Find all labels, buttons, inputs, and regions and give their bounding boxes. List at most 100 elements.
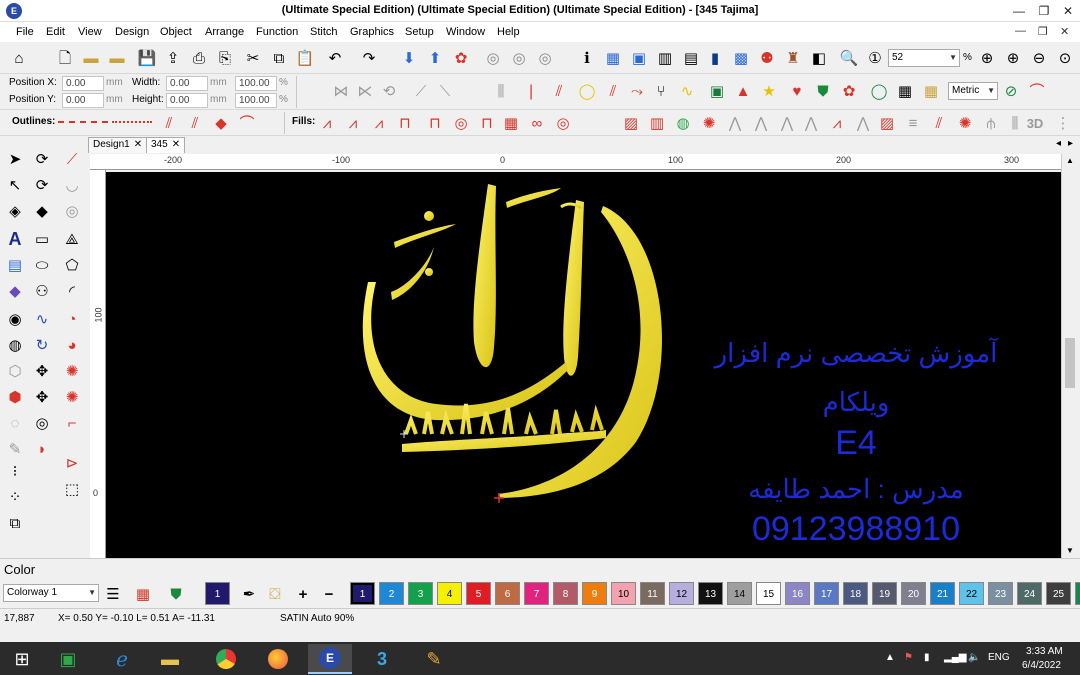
monogram-icon[interactable]: ▤ [3,253,27,277]
fill-satin-icon[interactable]: ⩘ [342,112,364,134]
monitor-icon[interactable]: ▣ [628,47,650,69]
outline-bean-icon[interactable]: ⫽ [184,112,206,134]
zoom-in-icon[interactable]: ⊕ [1002,47,1024,69]
select-points-icon[interactable]: ↖ [3,173,27,197]
shapes-tool-icon[interactable]: ⚇ [30,279,54,303]
fill-ray2-icon[interactable]: ⋀ [750,112,772,134]
height-field[interactable]: 0.00 [166,93,208,108]
color-swatch[interactable]: 20 [901,582,926,605]
radial2-tool-icon[interactable]: ✺ [60,385,84,409]
fill-lines-icon[interactable]: ≡ [902,112,924,134]
arc-shape-icon[interactable]: ◜ [60,279,84,303]
menu-edit[interactable]: Edit [46,26,65,38]
text-tool-icon[interactable]: A [3,227,27,251]
fill-feather-icon[interactable]: ⫽ [928,112,950,134]
hexagon-outline-icon[interactable]: ⬡ [3,359,27,383]
close-icon[interactable]: ✕ [172,139,180,150]
zoom-all-icon[interactable]: ⊙ [1054,47,1076,69]
undo-icon[interactable]: ↶ [324,47,346,69]
mdi-minimize-icon[interactable]: — [1015,25,1026,37]
export-icon[interactable]: ⇪ [162,47,184,69]
run-icon[interactable]: ⤳ [626,80,648,102]
menu-window[interactable]: Window [446,26,485,38]
color-swatch[interactable]: 18 [843,582,868,605]
stitch-wheel-icon[interactable]: ✥ [30,359,54,383]
menu-arrange[interactable]: Arrange [205,26,244,38]
fill-ray-icon[interactable]: ⋀ [724,112,746,134]
fill-grid-icon[interactable]: ▦ [500,112,522,134]
tab-345[interactable]: 345 ✕ [146,137,186,153]
color-swatch[interactable]: 4 [437,582,462,605]
shirt-icon[interactable]: ⛊ [812,80,834,102]
calligraphy-mark[interactable] [506,188,561,208]
spool-icon[interactable]: ▮ [704,47,726,69]
home-icon[interactable]: ⌂ [8,47,30,69]
network-icon[interactable]: ▦ [602,47,624,69]
clock-date[interactable]: 6/4/2022 [1022,660,1061,671]
wilcom-e4-icon[interactable]: E [308,644,352,674]
frame-tool-icon[interactable]: ⬚ [60,477,84,501]
color-swatch[interactable]: 9 [582,582,607,605]
copy-icon[interactable]: ⧉ [268,47,290,69]
tab-scroll-right-icon[interactable]: ▸ [1068,138,1073,149]
knife-icon[interactable]: ⟋ [60,147,84,171]
mdi-restore-icon[interactable]: ❐ [1038,25,1048,38]
zoom-out-icon[interactable]: ⊖ [1028,47,1050,69]
vertical-scrollbar[interactable]: ▲ ▼ [1061,154,1077,558]
outline-satin-icon[interactable]: ⫽ [158,112,180,134]
fill-circle-icon[interactable]: ◎ [450,112,472,134]
wave-icon[interactable]: ∿ [676,80,698,102]
fill-chain-icon[interactable]: ∞ [526,112,548,134]
calligraphy-stroke[interactable] [563,200,584,376]
fill-ray4-icon[interactable]: ⋀ [800,112,822,134]
fill-emboss-icon[interactable]: ⫼ [1004,112,1026,134]
mirror-v-icon[interactable]: ⋉ [354,80,376,102]
color-swatch[interactable]: 13 [698,582,723,605]
flag-tool-icon[interactable]: ⊳ [60,451,84,475]
fill-star-icon[interactable]: ✺ [698,112,720,134]
calligraphy-stroke[interactable] [473,184,496,368]
design-canvas[interactable]: آموزش تخصصی نرم افزار ویلکام E4 مدرس : ا… [106,172,1061,558]
zoom-one-icon[interactable]: ① [864,47,886,69]
hoop2-icon[interactable]: ◎ [508,47,530,69]
menu-design[interactable]: Design [115,26,149,38]
hoop3-icon[interactable]: ◎ [534,47,556,69]
paste-icon[interactable]: 📋 [294,47,316,69]
color-film-icon[interactable]: ▤ [680,47,702,69]
info-icon[interactable]: ℹ [576,47,598,69]
color-swatch[interactable]: 15 [756,582,781,605]
volume-icon[interactable]: 🔈 [968,652,980,663]
rotate-tool-icon[interactable]: ⟳ [30,173,54,197]
sequence-icon[interactable]: ▥ [654,47,676,69]
mdi-close-icon[interactable]: ✕ [1060,25,1069,38]
color-swatch[interactable]: 22 [959,582,984,605]
position-x-field[interactable]: 0.00 [62,76,104,91]
step-icon[interactable]: ⫽ [602,80,624,102]
palette-list-icon[interactable]: ☰ [102,583,124,605]
rectangle-tool-icon[interactable]: ▭ [30,227,54,251]
language-indicator[interactable]: ENG [988,652,1010,663]
color-swatch[interactable]: 5 [466,582,491,605]
outline-run-icon[interactable] [58,121,108,123]
pen-tool-icon[interactable]: ✎ [3,437,27,461]
diamond-tool-icon[interactable]: ◆ [3,279,27,303]
picture-icon[interactable]: ▣ [706,80,728,102]
new-file-icon[interactable]: 🗋 [54,47,76,69]
fill-spike-icon[interactable]: ⩘ [826,112,848,134]
open-recent-icon[interactable]: ▬ [106,47,128,69]
flower-icon[interactable]: ✿ [838,80,860,102]
mirror-h-icon[interactable]: ⋈ [330,80,352,102]
cut-icon[interactable]: ✂ [242,47,264,69]
firefox-icon[interactable] [256,644,300,674]
print-icon[interactable]: ⎙ [188,47,210,69]
internet-explorer-icon[interactable]: ℯ [100,644,144,674]
fill-block-icon[interactable]: ▥ [646,112,668,134]
color-swatch[interactable]: 21 [930,582,955,605]
blank-tool-icon[interactable]: ◌ [3,411,27,435]
reshape-icon[interactable]: ⟳ [30,147,54,171]
zoom-input[interactable]: 52 ▼ [888,49,960,67]
scroll-thumb[interactable] [1065,338,1075,388]
hoop-icon[interactable]: ◎ [482,47,504,69]
app-3-icon[interactable]: 3 [360,644,404,674]
signal-icon[interactable]: ▂▄▆ [944,652,966,663]
